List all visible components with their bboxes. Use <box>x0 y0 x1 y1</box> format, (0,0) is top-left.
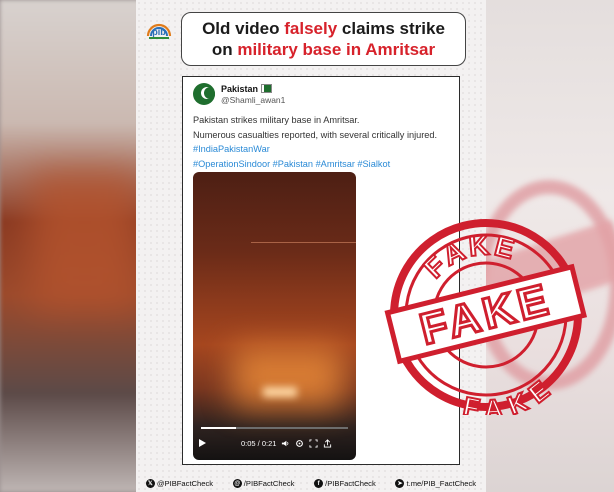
video-controls: 0:05 / 0:21 <box>193 426 356 460</box>
background-left-blur <box>0 0 140 492</box>
tweet-line-1: Pakistan strikes military base in Amrits… <box>193 115 360 125</box>
video-time: 0:05 / 0:21 <box>241 438 277 448</box>
footer-x-link[interactable]: 𝕏 @PIBFactCheck <box>145 479 214 488</box>
account-name[interactable]: Pakistan <box>221 84 258 94</box>
footer-facebook-link[interactable]: f /PIBFactCheck <box>314 479 376 488</box>
settings-gear-icon[interactable] <box>295 439 304 448</box>
facebook-icon: f <box>314 479 324 488</box>
telegram-icon: ➤ <box>395 479 405 488</box>
play-icon[interactable] <box>199 439 206 447</box>
video-flash <box>263 387 297 397</box>
fact-check-poster: pib Old video falsely claims strike on m… <box>136 0 588 492</box>
footer-label: /PIBFactCheck <box>325 479 376 488</box>
footer-threads-link[interactable]: @ /PIBFactCheck <box>232 479 295 488</box>
svg-text:pib: pib <box>152 27 166 37</box>
threads-icon: @ <box>232 479 242 488</box>
headline-line-2: on military base in Amritsar <box>211 40 436 59</box>
hashtag-line-1[interactable]: #IndiaPakistanWar <box>193 142 455 157</box>
tweet-profile: Pakistan @Shamli_awan1 <box>193 83 285 105</box>
footer-telegram-link[interactable]: ➤ t.me/PIB_FactCheck <box>395 479 476 488</box>
video-explosion-glow <box>233 347 343 407</box>
x-icon: 𝕏 <box>145 479 155 488</box>
headline-line-1: Old video falsely claims strike <box>202 19 445 38</box>
footer-label: /PIBFactCheck <box>243 479 295 488</box>
headline-box: Old video falsely claims strike on milit… <box>181 12 466 66</box>
account-handle[interactable]: @Shamli_awan1 <box>221 95 285 105</box>
fake-stamp: FAKE FAKE FAKE <box>384 218 588 415</box>
fullscreen-icon[interactable] <box>309 438 319 448</box>
volume-icon[interactable] <box>281 439 290 448</box>
pib-logo-icon: pib <box>146 23 172 39</box>
footer-label: @PIBFactCheck <box>156 479 214 488</box>
pakistan-flag-icon <box>261 84 273 93</box>
hashtag-line-2[interactable]: #OperationSindoor #Pakistan #Amritsar #S… <box>193 157 455 172</box>
tweet-text: Pakistan strikes military base in Amrits… <box>193 113 455 171</box>
social-footer: 𝕏 @PIBFactCheck @ /PIBFactCheck f /PIBFa… <box>136 475 486 492</box>
footer-label: t.me/PIB_FactCheck <box>406 479 477 488</box>
video-light-streak <box>251 242 356 243</box>
video-player[interactable]: 0:05 / 0:21 <box>193 172 356 460</box>
avatar[interactable] <box>193 83 215 105</box>
tweet-line-2: Numerous casualties reported, with sever… <box>193 129 438 140</box>
share-icon[interactable] <box>323 438 332 448</box>
